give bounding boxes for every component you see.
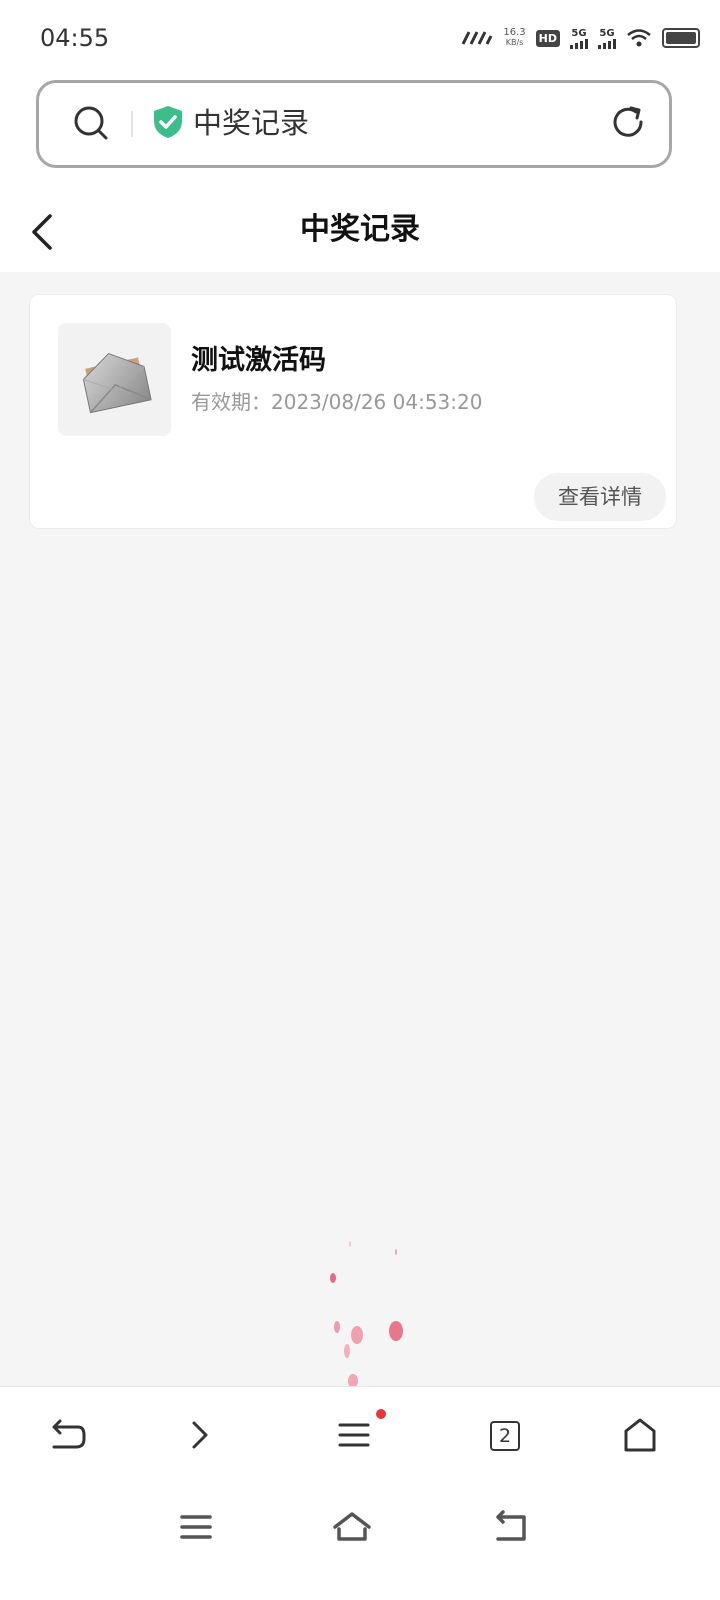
- prize-thumbnail: [58, 323, 171, 436]
- petal: [334, 1321, 340, 1333]
- signal-sim1-icon: 5G: [570, 28, 588, 49]
- address-divider: [131, 111, 133, 137]
- petal: [330, 1273, 336, 1283]
- forward-icon[interactable]: [180, 1415, 220, 1455]
- tabs-button[interactable]: 2: [490, 1421, 520, 1451]
- prize-title: 测试激活码: [191, 345, 326, 376]
- search-icon[interactable]: [73, 105, 109, 141]
- menu-icon[interactable]: [334, 1415, 374, 1455]
- browser-toolbar: 中奖记录: [0, 76, 720, 189]
- petal: [389, 1321, 403, 1341]
- status-time: 04:55: [40, 24, 110, 52]
- vendor-logo-icon: [462, 31, 493, 45]
- battery-icon: [662, 28, 700, 48]
- signal-sim2-icon: 5G: [598, 28, 616, 49]
- envelope-icon: [82, 352, 152, 414]
- network-speed-unit: KB/s: [505, 38, 524, 47]
- petal: [351, 1326, 363, 1344]
- status-bar: 04:55 16.3 KB/s HD 5G 5G: [0, 0, 720, 76]
- back-icon[interactable]: [46, 1415, 86, 1455]
- system-nav-bar: [0, 1487, 720, 1600]
- system-home-icon[interactable]: [332, 1509, 372, 1545]
- reload-icon[interactable]: [609, 103, 647, 141]
- petal-animation: [330, 1241, 403, 1388]
- hd-voice-icon: HD: [535, 29, 560, 47]
- recent-apps-icon[interactable]: [176, 1509, 216, 1545]
- sim2-label: 5G: [599, 27, 615, 39]
- view-details-button[interactable]: 查看详情: [534, 473, 666, 521]
- status-icons: 16.3 KB/s HD 5G 5G: [461, 24, 700, 52]
- page-title: 中奖记录: [300, 212, 420, 247]
- prize-record-card: 测试激活码 有效期：2023/08/26 04:53:20 查看详情: [29, 294, 677, 529]
- browser-bottom-nav: 2: [0, 1386, 720, 1487]
- home-icon[interactable]: [620, 1415, 660, 1455]
- address-text[interactable]: 中奖记录: [193, 103, 309, 143]
- notification-dot: [376, 1409, 386, 1419]
- wifi-icon: [627, 29, 651, 47]
- address-bar[interactable]: 中奖记录: [36, 80, 672, 168]
- network-speed: 16.3 KB/s: [503, 28, 525, 48]
- petal: [349, 1241, 351, 1247]
- network-speed-value: 16.3: [503, 27, 526, 38]
- shield-check-icon[interactable]: [152, 105, 184, 139]
- page-header: 中奖记录: [0, 188, 720, 272]
- sim1-label: 5G: [571, 27, 587, 39]
- petal: [344, 1344, 350, 1358]
- system-back-icon[interactable]: [490, 1509, 530, 1545]
- prize-expiry: 有效期：2023/08/26 04:53:20: [191, 390, 483, 414]
- petal: [395, 1249, 397, 1255]
